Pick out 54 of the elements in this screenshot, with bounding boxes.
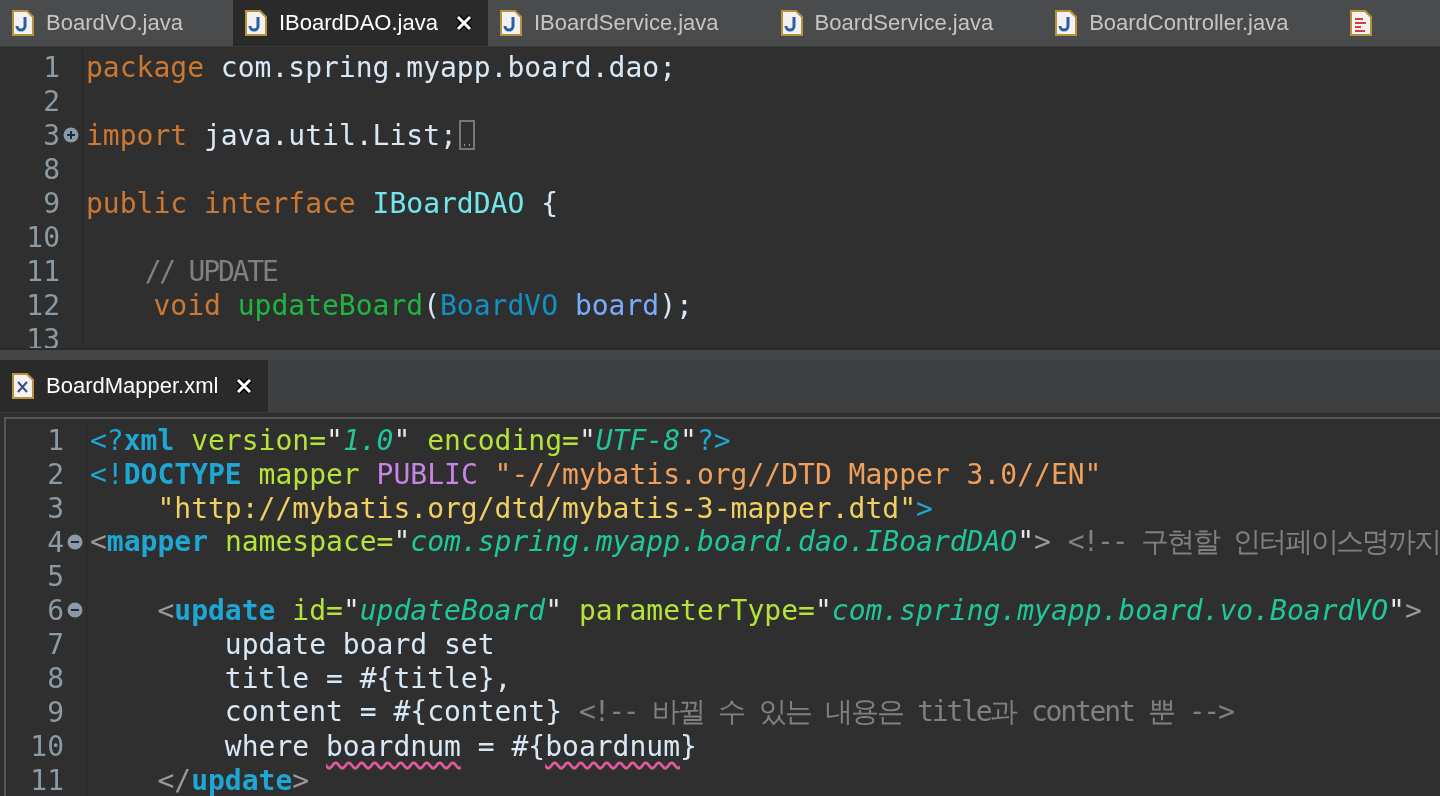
folded-code-marker[interactable]: [458, 120, 475, 150]
line-number: 12: [25, 288, 60, 322]
line-number: 3: [42, 118, 60, 152]
code-line: content = #{content} <!-- 바뀔 수 있는 내용은 title과 content 뿐 -->: [223, 694, 1233, 730]
code-line: </update>: [156, 763, 310, 796]
line-number: 1: [46, 423, 64, 457]
code-line: update board set: [223, 627, 495, 661]
code-line: where boardnum = #{boardnum}: [223, 729, 697, 763]
line-number: 2: [42, 84, 60, 118]
code-line: <mapper namespace="com.spring.myapp.board.dao.IBoardDAO"> <!-- 구현할 인터페이스명까지: [89, 524, 1440, 560]
document-icon: [12, 373, 34, 399]
editor-tab[interactable]: IBoardService.java: [487, 0, 769, 46]
code-line: "http://mybatis.org/dtd/mybatis-3-mapper.dtd">: [156, 491, 933, 525]
line-number: 1: [42, 50, 60, 84]
line-number: 9: [46, 695, 64, 729]
line-number: 5: [46, 559, 64, 593]
line-number: 13: [25, 322, 60, 348]
code-line: title = #{title},: [223, 661, 512, 695]
code-line: <update id="updateBoard" parameterType="com.spring.myapp.board.vo.BoardVO">: [156, 593, 1422, 627]
document-icon: [244, 10, 267, 36]
line-number: 3: [46, 491, 64, 525]
line-number: 11: [25, 254, 60, 288]
line-number: 6: [46, 593, 64, 627]
close-icon[interactable]: [234, 376, 255, 396]
editor-tab[interactable]: BoardVO.java: [0, 0, 233, 46]
collapse-icon[interactable]: [67, 534, 83, 550]
line-number: 4: [46, 525, 64, 559]
line-number: 8: [42, 152, 60, 186]
close-icon[interactable]: [453, 13, 474, 33]
line-number: 2: [46, 457, 64, 491]
line-number: 10: [29, 729, 64, 763]
line-number: 8: [46, 661, 64, 695]
line-number: 7: [46, 627, 64, 661]
document-icon: [1350, 10, 1373, 36]
code-line: <!DOCTYPE mapper PUBLIC "-//mybatis.org//DTD Mapper 3.0//EN": [89, 457, 1102, 491]
code-line: public interface IBoardDAO {: [85, 186, 558, 220]
editor-tab[interactable]: IBoardDAO.java: [232, 0, 488, 46]
expand-icon[interactable]: [63, 127, 79, 143]
document-icon: [12, 10, 34, 36]
editor-tab[interactable]: BoardService.java: [768, 0, 1044, 46]
document-icon: [499, 10, 522, 36]
code-line: // UPDATE: [143, 254, 277, 288]
line-number: 11: [29, 763, 64, 796]
code-line: void updateBoard(BoardVO board);: [152, 288, 693, 322]
code-line: package com.spring.myapp.board.dao;: [85, 50, 676, 84]
collapse-icon[interactable]: [67, 602, 83, 618]
document-icon: [1055, 10, 1078, 36]
editor-tab[interactable]: BoardMapper.xml: [0, 360, 269, 412]
editor-tab[interactable]: BoardController.java: [1043, 0, 1339, 46]
document-icon: [780, 10, 803, 36]
line-number: 10: [25, 220, 60, 254]
code-line: <?xml version="1.0" encoding="UTF-8"?>: [89, 423, 731, 457]
code-line: import java.util.List;: [85, 118, 457, 152]
line-number: 9: [42, 186, 60, 220]
